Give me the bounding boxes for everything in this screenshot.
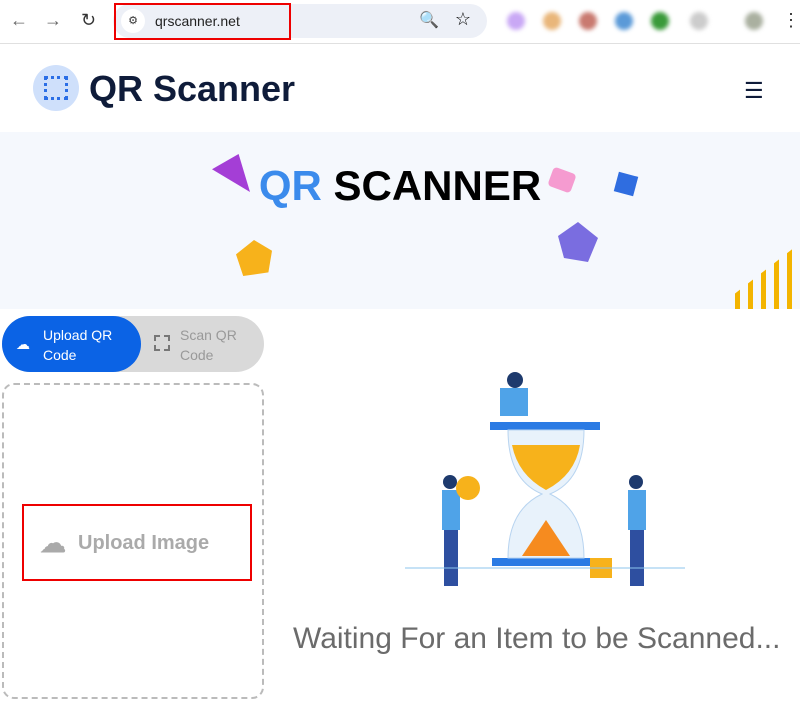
upload-image-button[interactable]: ☁ Upload Image: [40, 528, 209, 559]
forward-icon[interactable]: →: [44, 10, 62, 31]
extension-icon[interactable]: [579, 12, 597, 30]
extension-icon[interactable]: [543, 12, 561, 30]
more-menu-icon[interactable]: ⋮: [782, 10, 800, 31]
cloud-upload-icon: ☁: [40, 528, 66, 558]
scan-status-text: Waiting For an Item to be Scanned...: [293, 622, 781, 655]
site-settings-icon[interactable]: ⚙: [121, 9, 145, 33]
hourglass-illustration: [405, 372, 685, 586]
tab-upload-qr-code[interactable]: ☁ Upload QR Code: [2, 316, 141, 372]
upload-label: Upload Image: [78, 531, 210, 554]
hero-title-accent: QR: [258, 162, 322, 209]
qr-logo-icon[interactable]: [33, 65, 79, 111]
back-icon[interactable]: ←: [10, 10, 28, 31]
gem-decoration-icon: [236, 240, 272, 276]
bars-decoration-icon: [735, 247, 795, 309]
mode-tabs: ☁ Upload QR Code Scan QR Code: [2, 316, 264, 372]
hero-title-main: SCANNER: [333, 162, 542, 209]
bookmark-star-icon[interactable]: ☆: [455, 9, 471, 30]
tab-label: Scan QR Code: [180, 327, 237, 363]
browser-toolbar: ← → ↻ ⚙ qrscanner.net 🔍 ☆ ⋮: [0, 0, 800, 44]
hero-banner: QR SCANNER: [0, 132, 800, 309]
hero-title: QR SCANNER: [0, 162, 800, 210]
reload-icon[interactable]: ↻: [81, 10, 96, 31]
hamburger-menu-icon[interactable]: ☰: [744, 78, 764, 104]
zoom-icon[interactable]: 🔍: [419, 10, 439, 30]
site-header: QR Scanner ☰: [0, 44, 800, 132]
cloud-upload-icon: ☁: [16, 336, 30, 352]
profile-icon[interactable]: [745, 12, 763, 30]
tab-scan-qr-code[interactable]: Scan QR Code: [180, 325, 240, 365]
extension-icon[interactable]: [690, 12, 708, 30]
url-text[interactable]: qrscanner.net: [155, 13, 240, 29]
tab-label: Upload QR Code: [43, 327, 113, 363]
address-bar[interactable]: ⚙ qrscanner.net 🔍 ☆: [113, 4, 487, 38]
extension-icon[interactable]: [615, 12, 633, 30]
extension-icon[interactable]: [651, 12, 669, 30]
qr-scan-icon: [154, 335, 170, 351]
extension-icon[interactable]: [507, 12, 525, 30]
gem-decoration-icon: [558, 222, 598, 262]
brand-name[interactable]: QR Scanner: [89, 68, 295, 110]
